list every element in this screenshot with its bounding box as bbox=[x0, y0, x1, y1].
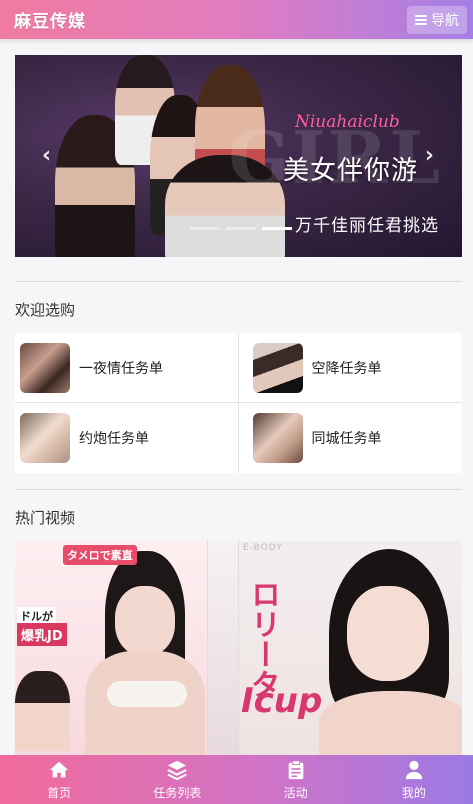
layers-icon bbox=[167, 760, 187, 780]
category-label: 约炮任务单 bbox=[79, 431, 149, 447]
section-divider bbox=[15, 489, 462, 490]
carousel-next-icon[interactable]: › bbox=[425, 143, 434, 168]
category-label: 一夜情任务单 bbox=[79, 360, 163, 377]
banner-tagline-main: 美女伴你游 bbox=[283, 156, 419, 186]
carousel-dot[interactable] bbox=[226, 227, 256, 230]
cover-model-body bbox=[319, 691, 462, 756]
category-label: 空降任务单 bbox=[311, 360, 382, 377]
home-icon bbox=[49, 761, 69, 777]
carousel-prev-icon[interactable]: ‹ bbox=[42, 143, 51, 168]
tab-profile[interactable]: 我的 bbox=[355, 759, 473, 801]
tab-label: 首页 bbox=[47, 785, 72, 800]
nav-menu-label: 导航 bbox=[431, 12, 459, 29]
cover-model-face bbox=[347, 586, 429, 681]
task-category-grid: 一夜情任务单 空降任务单 约炮任务单 同城任务单 bbox=[15, 333, 462, 473]
section-divider bbox=[15, 281, 462, 282]
carousel-indicators bbox=[190, 227, 292, 230]
bottom-tab-bar: 首页 任务列表 活动 我的 bbox=[0, 755, 473, 804]
section-title-welcome: 欢迎选购 bbox=[15, 301, 76, 319]
cover-model-face bbox=[115, 586, 175, 656]
carousel-dot[interactable] bbox=[190, 227, 220, 230]
banner-carousel[interactable]: GIRL Niuahaiclub 美女伴你游 万千佳丽任君挑选 ‹ › bbox=[15, 55, 462, 257]
menu-icon bbox=[415, 14, 427, 25]
category-thumbnail bbox=[252, 413, 303, 463]
category-thumbnail bbox=[252, 342, 303, 393]
banner-tagline-sub: 万千佳丽任君挑选 bbox=[295, 216, 439, 236]
banner-club-text: Niuahaiclub bbox=[295, 112, 400, 132]
carousel-dot-active[interactable] bbox=[262, 227, 292, 230]
category-thumbnail bbox=[20, 413, 70, 463]
video-cover-spine bbox=[207, 541, 238, 756]
cover-subtitle: Icup bbox=[241, 681, 323, 721]
category-thumbnail bbox=[20, 342, 70, 393]
clipboard-icon bbox=[288, 759, 303, 779]
category-item-date[interactable]: 约炮任务单 bbox=[15, 403, 239, 473]
tab-label: 活动 bbox=[283, 785, 308, 800]
tab-activity[interactable]: 活动 bbox=[237, 759, 355, 801]
cover-badge: タメロで素直 bbox=[63, 545, 137, 565]
top-header: 麻豆传媒 导航 bbox=[0, 0, 473, 39]
category-item-same-city[interactable]: 同城任务单 bbox=[239, 403, 463, 473]
user-icon bbox=[405, 760, 423, 779]
tab-home[interactable]: 首页 bbox=[0, 759, 118, 801]
category-label: 同城任务单 bbox=[311, 431, 382, 447]
tab-task-list[interactable]: 任务列表 bbox=[118, 759, 236, 801]
tab-label: 我的 bbox=[401, 785, 426, 800]
video-cover-right: E-BODY ロリータ Icup bbox=[238, 541, 462, 756]
hot-video-card[interactable]: タメロで素直 ドルが 爆乳JD E-BODY ロリータ Icup bbox=[15, 541, 462, 756]
brand-logo[interactable]: 麻豆传媒 bbox=[14, 7, 86, 32]
category-item-one-night[interactable]: 一夜情任务单 bbox=[15, 333, 239, 403]
section-title-hot-videos: 热门视频 bbox=[15, 509, 76, 527]
category-item-airdrop[interactable]: 空降任务单 bbox=[238, 333, 462, 403]
tab-label: 任务列表 bbox=[153, 785, 202, 800]
cover-text: 爆乳JD bbox=[17, 623, 67, 646]
nav-menu-button[interactable]: 导航 bbox=[407, 5, 467, 34]
video-cover-left: タメロで素直 ドルが 爆乳JD bbox=[15, 541, 207, 756]
cover-model-small bbox=[15, 671, 70, 751]
cover-model-top bbox=[107, 681, 187, 707]
page: 麻豆传媒 导航 GIRL Niuahaiclub 美女伴你游 万千佳丽任君挑选 … bbox=[0, 0, 473, 804]
cover-brand: E-BODY bbox=[243, 543, 283, 553]
